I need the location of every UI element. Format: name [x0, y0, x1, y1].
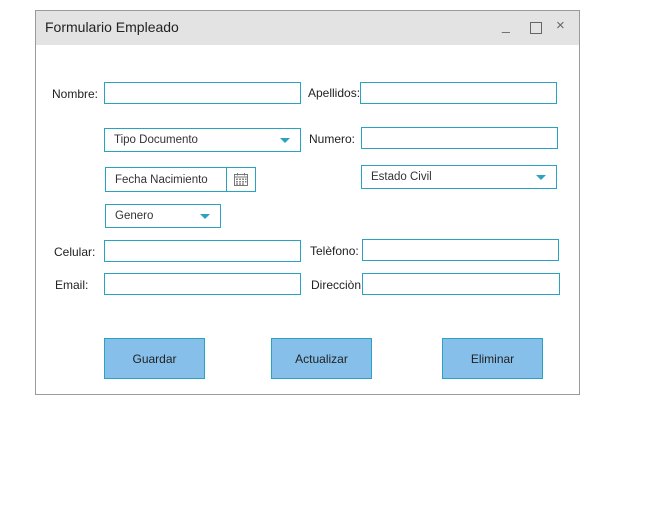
fecha-nacimiento-picker[interactable]: Fecha Nacimiento [105, 167, 256, 192]
celular-label: Celular: [54, 245, 96, 259]
telefono-input[interactable] [362, 239, 559, 261]
nombre-input[interactable] [104, 82, 301, 104]
calendar-button[interactable] [226, 168, 255, 191]
email-input[interactable] [104, 273, 301, 295]
direccion-input[interactable] [362, 273, 560, 295]
apellidos-label: Apellidos: [308, 86, 361, 100]
title-bar: Formulario Empleado _ × [36, 11, 579, 45]
email-label: Email: [55, 278, 89, 292]
close-button[interactable]: × [556, 18, 565, 34]
chevron-down-icon [280, 138, 290, 143]
tipo-documento-value: Tipo Documento [114, 134, 198, 146]
minimize-button[interactable]: _ [502, 17, 510, 33]
estado-civil-value: Estado Civil [371, 171, 432, 183]
tipo-documento-select[interactable]: Tipo Documento [104, 128, 301, 152]
calendar-icon [234, 173, 248, 186]
numero-input[interactable] [361, 127, 558, 149]
fecha-nacimiento-value: Fecha Nacimiento [115, 173, 208, 186]
chevron-down-icon [536, 175, 546, 180]
direccion-label: Direcciòn: [311, 278, 365, 292]
nombre-label: Nombre: [52, 87, 99, 101]
apellidos-input[interactable] [360, 82, 557, 104]
numero-label: Numero: [309, 132, 356, 146]
chevron-down-icon [200, 214, 210, 219]
estado-civil-select[interactable]: Estado Civil [361, 165, 557, 189]
guardar-button[interactable]: Guardar [104, 338, 205, 379]
telefono-label: Telèfono: [310, 244, 359, 258]
window-title: Formulario Empleado [45, 19, 179, 35]
maximize-button[interactable] [530, 22, 542, 34]
eliminar-button[interactable]: Eliminar [442, 338, 543, 379]
celular-input[interactable] [104, 240, 301, 262]
genero-select[interactable]: Genero [105, 204, 221, 228]
actualizar-button[interactable]: Actualizar [271, 338, 372, 379]
genero-value: Genero [115, 210, 154, 222]
